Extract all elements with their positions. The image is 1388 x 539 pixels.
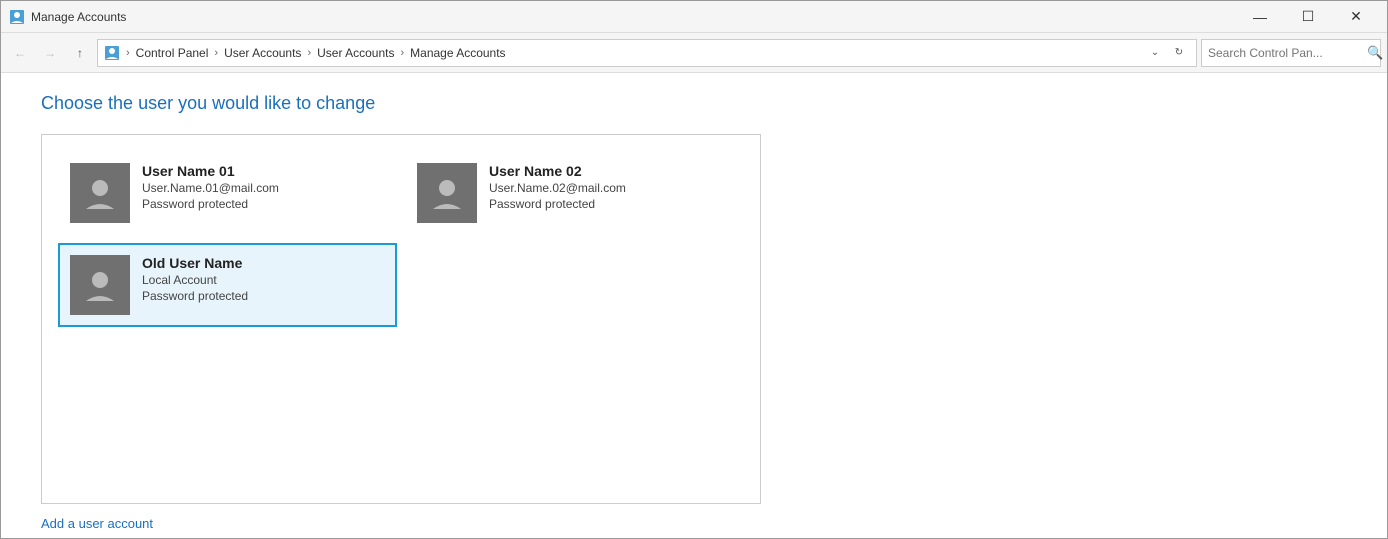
search-box: 🔍 [1201, 39, 1381, 67]
address-actions: ⌄ ↻ [1144, 42, 1190, 64]
account-card-1[interactable]: User Name 02 User.Name.02@mail.com Passw… [405, 151, 744, 235]
titlebar: Manage Accounts — ☐ ✕ [1, 1, 1387, 33]
sep4: › [400, 47, 404, 59]
page-title: Choose the user you would like to change [41, 93, 1347, 114]
account-email-2: Local Account [142, 273, 248, 287]
search-input[interactable] [1208, 46, 1363, 60]
account-info-2: Old User Name Local Account Password pro… [142, 255, 248, 303]
maximize-button[interactable]: ☐ [1285, 1, 1331, 33]
accounts-container: User Name 01 User.Name.01@mail.com Passw… [41, 134, 761, 504]
control-panel-icon [104, 45, 120, 61]
account-status-0: Password protected [142, 197, 279, 211]
breadcrumb-user-accounts-1[interactable]: User Accounts [224, 46, 301, 60]
minimize-button[interactable]: — [1237, 1, 1283, 33]
account-name-1: User Name 02 [489, 163, 626, 179]
address-refresh-button[interactable]: ↻ [1168, 42, 1190, 64]
account-info-1: User Name 02 User.Name.02@mail.com Passw… [489, 163, 626, 211]
sep2: › [214, 47, 218, 59]
account-avatar-1 [417, 163, 477, 223]
forward-button[interactable]: → [37, 40, 63, 66]
main-content: Choose the user you would like to change… [1, 73, 1387, 538]
sep1: › [126, 47, 130, 59]
account-card-0[interactable]: User Name 01 User.Name.01@mail.com Passw… [58, 151, 397, 235]
sep3: › [307, 47, 311, 59]
address-bar: › Control Panel › User Accounts › User A… [97, 39, 1197, 67]
window-title: Manage Accounts [31, 10, 1237, 24]
breadcrumb-user-accounts-2[interactable]: User Accounts [317, 46, 394, 60]
address-dropdown-button[interactable]: ⌄ [1144, 42, 1166, 64]
search-icon[interactable]: 🔍 [1367, 45, 1383, 61]
toolbar: ← → ↑ › Control Panel › User Accounts › … [1, 33, 1387, 73]
up-button[interactable]: ↑ [67, 40, 93, 66]
account-email-1: User.Name.02@mail.com [489, 181, 626, 195]
breadcrumb-manage-accounts[interactable]: Manage Accounts [410, 46, 505, 60]
back-button[interactable]: ← [7, 40, 33, 66]
account-avatar-2 [70, 255, 130, 315]
account-email-0: User.Name.01@mail.com [142, 181, 279, 195]
add-user-link[interactable]: Add a user account [41, 516, 153, 531]
account-card-2[interactable]: Old User Name Local Account Password pro… [58, 243, 397, 327]
account-name-2: Old User Name [142, 255, 248, 271]
window-icon [9, 9, 25, 25]
account-status-1: Password protected [489, 197, 626, 211]
account-avatar-0 [70, 163, 130, 223]
titlebar-controls: — ☐ ✕ [1237, 1, 1379, 33]
account-info-0: User Name 01 User.Name.01@mail.com Passw… [142, 163, 279, 211]
window: Manage Accounts — ☐ ✕ ← → ↑ › Control Pa… [0, 0, 1388, 539]
breadcrumb-control-panel[interactable]: Control Panel [136, 46, 209, 60]
close-button[interactable]: ✕ [1333, 1, 1379, 33]
account-status-2: Password protected [142, 289, 248, 303]
account-name-0: User Name 01 [142, 163, 279, 179]
